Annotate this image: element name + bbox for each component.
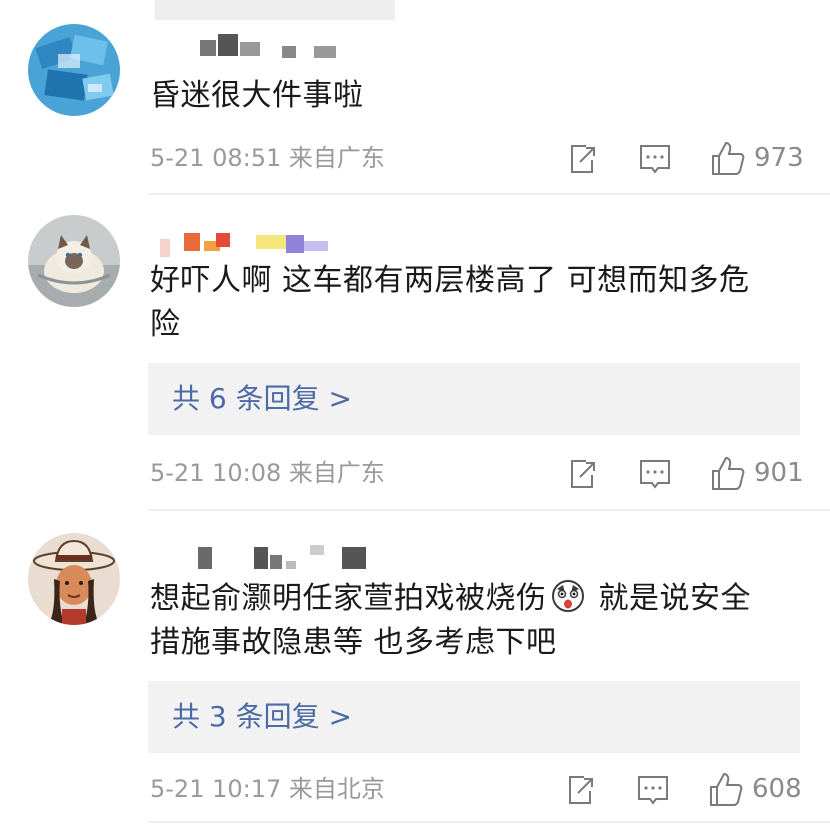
share-icon <box>571 460 595 488</box>
like-count: 973 <box>754 143 804 173</box>
share-icon <box>569 776 593 804</box>
like-count: 608 <box>752 774 802 804</box>
share-button[interactable] <box>564 769 596 809</box>
comment-button[interactable] <box>636 769 670 809</box>
thumbs-up-icon <box>710 772 743 806</box>
comment-item: 好吓人啊 这车都有两层楼高了 可想而知多危 险 共 6 条回复 > 5-21 1… <box>0 195 830 513</box>
divider <box>148 509 830 511</box>
comment-icon <box>640 460 670 489</box>
avatar[interactable] <box>28 24 120 116</box>
username-blurred[interactable] <box>152 229 332 257</box>
comment-item: 昏迷很大件事啦 5-21 08:51 来自广东 973 <box>0 0 830 195</box>
comment-meta: 5-21 10:17 来自北京 608 <box>150 769 810 809</box>
comment-text: 昏迷很大件事啦 <box>150 78 364 113</box>
like-count: 901 <box>754 458 804 488</box>
share-button[interactable] <box>566 138 598 178</box>
comment-button[interactable] <box>638 453 672 493</box>
share-icon <box>571 145 595 173</box>
shocked-face-emoji-icon <box>551 580 584 612</box>
replies-box[interactable]: 共 3 条回复 > <box>148 681 800 753</box>
comment-button[interactable] <box>638 138 672 178</box>
cat-avatar-icon <box>28 215 120 307</box>
comment-meta: 5-21 08:51 来自广东 973 <box>150 138 810 178</box>
share-button[interactable] <box>566 453 598 493</box>
comment-time: 5-21 10:17 来自北京 <box>150 775 385 803</box>
comment-text: 好吓人啊 这车都有两层楼高了 可想而知多危 险 <box>150 263 750 342</box>
replies-box[interactable]: 共 6 条回复 > <box>148 363 800 435</box>
like-button[interactable] <box>708 769 744 809</box>
divider <box>148 821 830 823</box>
avatar[interactable] <box>28 533 120 625</box>
comment-text: 想起俞灏明任家萱拍戏被烧伤 就是说安全 措施事故隐患等 也多考虑下吧 <box>150 580 752 660</box>
view-replies-link[interactable]: 共 3 条回复 > <box>172 681 352 753</box>
comment-icon <box>638 776 668 805</box>
like-button[interactable] <box>710 453 746 493</box>
thumbs-up-icon <box>712 141 745 175</box>
username-blurred[interactable] <box>152 545 382 573</box>
cowboy-hat-avatar-icon <box>28 533 120 625</box>
blue-card-avatar-icon <box>28 24 120 116</box>
like-button[interactable] <box>710 138 746 178</box>
comment-time: 5-21 08:51 来自广东 <box>150 144 385 172</box>
comment-item: 想起俞灏明任家萱拍戏被烧伤 就是说安全 措施事故隐患等 也多考虑下吧 共 3 条… <box>0 513 830 826</box>
comment-meta: 5-21 10:08 来自广东 901 <box>150 453 810 493</box>
avatar[interactable] <box>28 215 120 307</box>
comment-icon <box>640 145 670 174</box>
view-replies-link[interactable]: 共 6 条回复 > <box>172 363 352 435</box>
comment-time: 5-21 10:08 来自广东 <box>150 459 385 487</box>
username-blurred[interactable] <box>152 34 352 62</box>
thumbs-up-icon <box>712 456 745 490</box>
